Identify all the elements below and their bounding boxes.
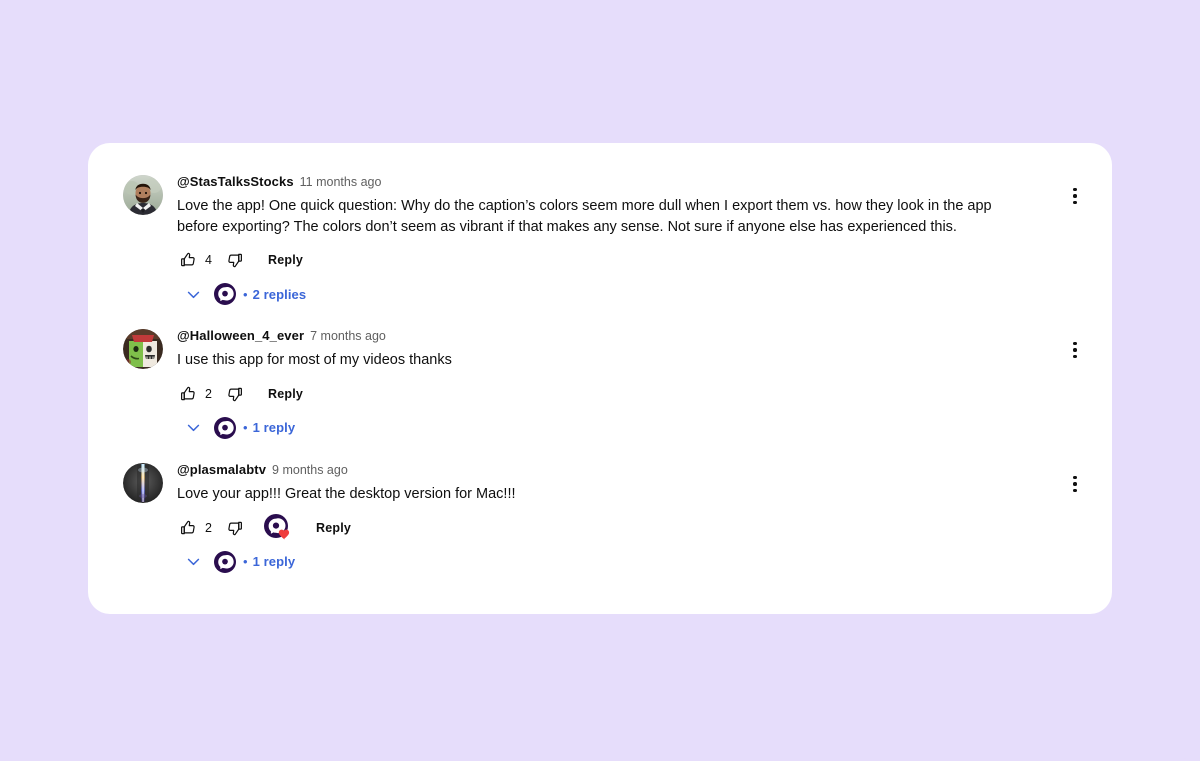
chevron-down-icon — [183, 418, 203, 438]
comment-header: @Halloween_4_ever 7 months ago — [177, 327, 1070, 345]
chevron-down-icon — [183, 552, 203, 572]
reply-button[interactable]: Reply — [316, 521, 351, 535]
replies-count-label[interactable]: 1 reply — [253, 554, 296, 569]
like-count: 2 — [205, 386, 212, 401]
comment-action-bar: 2 Reply — [177, 383, 1070, 405]
comment-header: @plasmalabtv 9 months ago — [177, 461, 1070, 479]
kebab-menu-icon[interactable] — [1062, 337, 1088, 363]
thumbs-up-icon[interactable] — [177, 383, 199, 405]
comment-body: @StasTalksStocks 11 months ago Love the … — [177, 173, 1070, 305]
reply-button[interactable]: Reply — [268, 253, 303, 267]
comment-timestamp: 11 months ago — [299, 175, 382, 189]
kebab-dot — [1073, 482, 1077, 486]
like-count: 4 — [205, 253, 212, 267]
comment-author[interactable]: @StasTalksStocks — [177, 173, 294, 191]
kebab-dot — [1073, 194, 1077, 198]
comment-header: @StasTalksStocks 11 months ago — [177, 173, 1070, 191]
comment-body: @plasmalabtv 9 months ago Love your app!… — [177, 461, 1070, 573]
comment-row: @Halloween_4_ever 7 months ago I use thi… — [88, 327, 1112, 439]
channel-avatar-icon — [214, 416, 236, 439]
comment-action-bar: 4 Reply — [177, 249, 1070, 271]
kebab-dot — [1073, 200, 1077, 205]
thumbs-down-icon[interactable] — [224, 517, 246, 539]
avatar-stastalksstocks[interactable] — [123, 175, 163, 215]
replies-count-label[interactable]: 1 reply — [253, 420, 296, 435]
comment-author[interactable]: @plasmalabtv — [177, 461, 266, 479]
comment-row: @plasmalabtv 9 months ago Love your app!… — [88, 461, 1112, 573]
comment-row: @StasTalksStocks 11 months ago Love the … — [88, 173, 1112, 305]
comment-author[interactable]: @Halloween_4_ever — [177, 327, 304, 345]
replies-separator-dot: • — [243, 286, 248, 302]
comment-thread: @Halloween_4_ever 7 months ago I use thi… — [88, 327, 1112, 439]
avatar-image — [123, 175, 163, 215]
channel-avatar-icon — [214, 283, 236, 305]
thumbs-down-icon[interactable] — [224, 383, 246, 405]
view-replies-toggle[interactable]: • 2 replies — [183, 283, 1070, 305]
like-count: 2 — [205, 520, 212, 535]
kebab-dot — [1073, 354, 1077, 359]
replies-separator-dot: • — [243, 420, 248, 435]
creator-heart-badge[interactable] — [264, 513, 292, 542]
comment-text: I use this app for most of my videos tha… — [177, 352, 452, 368]
view-replies-toggle[interactable]: • 1 reply — [183, 416, 1070, 439]
comment-timestamp: 9 months ago — [272, 463, 348, 477]
view-replies-toggle[interactable]: • 1 reply — [183, 550, 1070, 573]
chevron-down-icon — [183, 284, 203, 304]
kebab-dot — [1073, 341, 1077, 346]
kebab-menu-icon[interactable] — [1062, 183, 1088, 209]
replies-separator-dot: • — [243, 554, 248, 569]
comment-body: @Halloween_4_ever 7 months ago I use thi… — [177, 327, 1070, 439]
comment-action-bar: 2 Reply — [177, 513, 1070, 542]
reply-button[interactable]: Reply — [268, 387, 303, 401]
comment-thread: @StasTalksStocks 11 months ago Love the … — [88, 173, 1112, 305]
avatar-halloween4ever[interactable] — [123, 329, 163, 369]
comment-text: Love your app!!! Great the desktop versi… — [177, 486, 516, 502]
kebab-dot — [1073, 475, 1077, 480]
kebab-dot — [1073, 488, 1077, 493]
comment-text: Love the app! One quick question: Why do… — [177, 198, 992, 235]
kebab-menu-icon[interactable] — [1062, 471, 1088, 497]
channel-avatar-icon — [214, 550, 236, 573]
comment-timestamp: 7 months ago — [310, 329, 386, 343]
comments-card: @StasTalksStocks 11 months ago Love the … — [88, 143, 1112, 614]
avatar-image — [123, 463, 163, 503]
thumbs-up-icon[interactable] — [177, 517, 199, 539]
thumbs-down-icon[interactable] — [224, 249, 246, 271]
comment-thread: @plasmalabtv 9 months ago Love your app!… — [88, 461, 1112, 573]
kebab-dot — [1073, 348, 1077, 352]
creator-heart-icon — [278, 528, 291, 541]
avatar-image — [123, 329, 163, 369]
replies-count-label[interactable]: 2 replies — [253, 287, 307, 302]
avatar-plasmalabtv[interactable] — [123, 463, 163, 503]
thumbs-up-icon[interactable] — [177, 249, 199, 271]
kebab-dot — [1073, 187, 1077, 192]
